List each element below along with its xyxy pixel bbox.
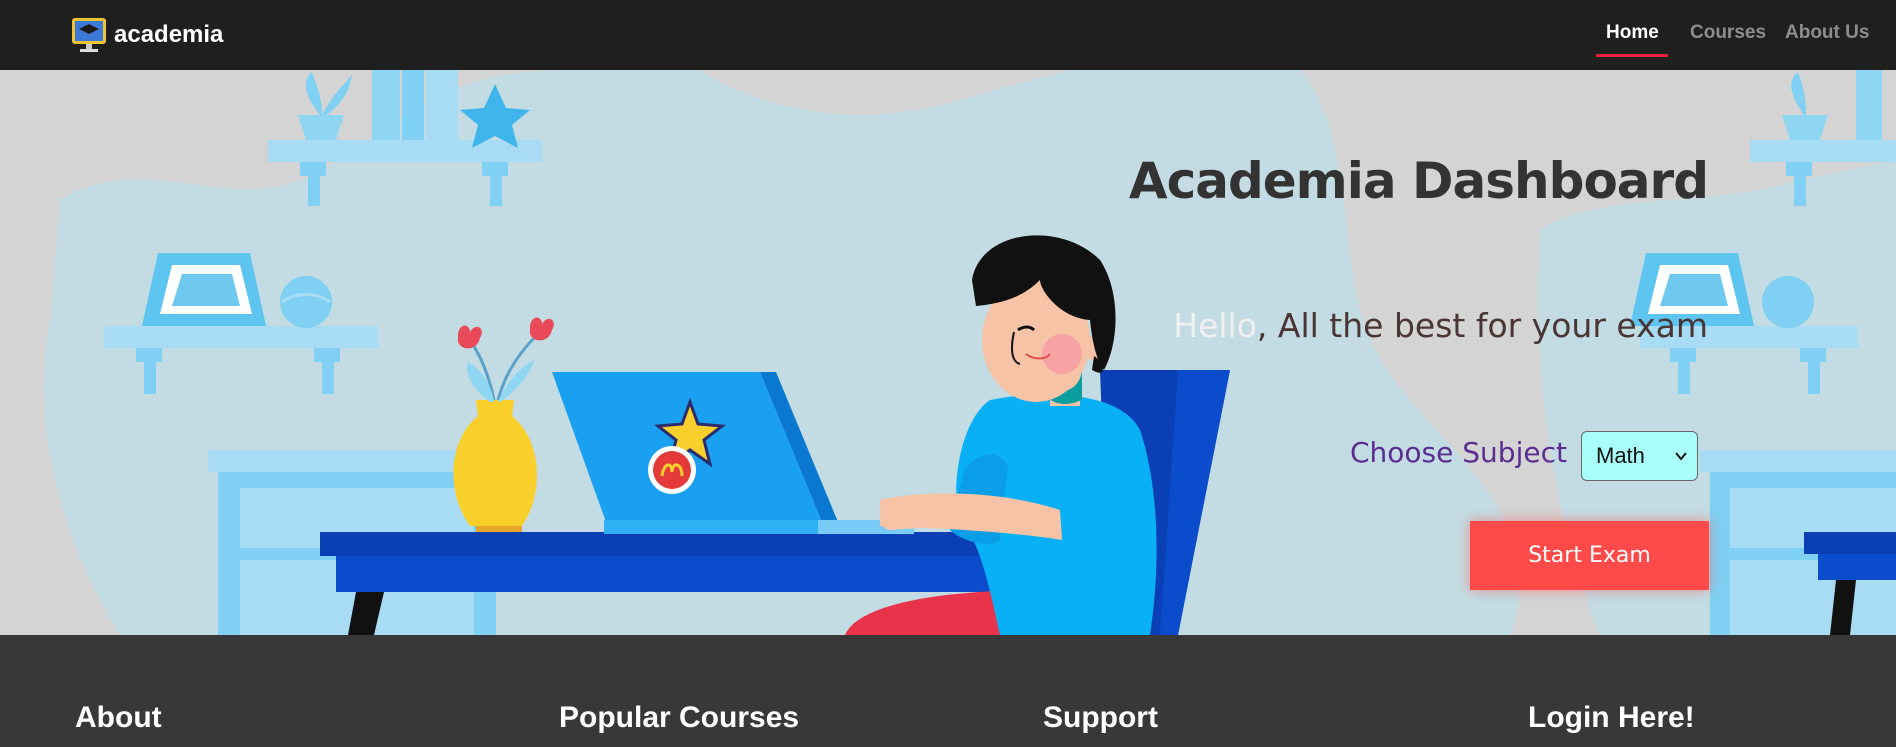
subject-select[interactable]: Math — [1581, 431, 1698, 481]
dashboard-title: Academia Dashboard — [1128, 152, 1709, 210]
navbar: academia Home Courses About Us — [0, 0, 1896, 70]
brand-logo[interactable]: academia — [70, 16, 223, 54]
footer-heading-support: Support — [1043, 701, 1158, 734]
brand-name: academia — [114, 21, 224, 48]
start-exam-button[interactable]: Start Exam — [1470, 521, 1709, 590]
active-nav-indicator — [1596, 54, 1668, 57]
monitor-logo-icon — [72, 18, 106, 52]
nav-home-link[interactable]: Home — [1606, 22, 1659, 44]
choose-subject-label: Choose Subject — [1350, 436, 1567, 469]
hero-section: Academia Dashboard Hello, All the best f… — [0, 70, 1896, 635]
chevron-down-icon — [1675, 452, 1687, 461]
greeting-hello: Hello — [1173, 306, 1257, 345]
footer-heading-about: About — [75, 701, 162, 734]
greeting-text: Hello, All the best for your exam — [1173, 306, 1708, 345]
footer-heading-popular-courses: Popular Courses — [559, 701, 800, 734]
footer: About Popular Courses Support Login Here… — [0, 635, 1896, 747]
footer-heading-login[interactable]: Login Here! — [1528, 701, 1695, 735]
subject-select-value: Math — [1596, 443, 1645, 468]
greeting-message: , All the best for your exam — [1256, 306, 1708, 345]
nav-about-us-link[interactable]: About Us — [1785, 22, 1869, 44]
nav-courses-link[interactable]: Courses — [1690, 22, 1766, 44]
